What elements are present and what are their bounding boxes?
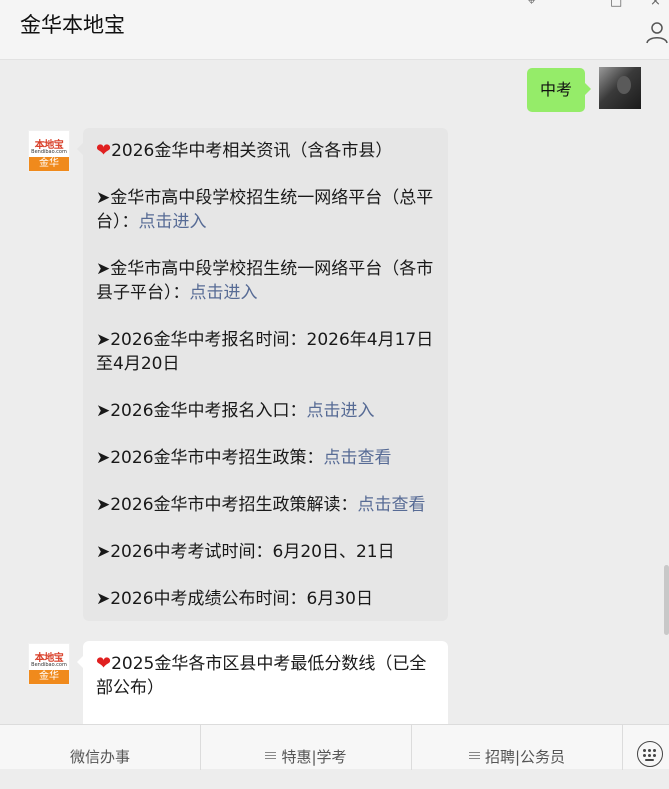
my-message-bubble[interactable]: 中考 — [527, 68, 591, 112]
msg-item: ➤2026金华市中考招生政策解读：点击查看 — [96, 495, 426, 515]
msg-item: ➤2026中考考试时间：6月20日、21日 — [96, 542, 395, 562]
menu-tab-wechat-services[interactable]: 微信办事 — [0, 725, 201, 770]
msg-item: ➤2026金华中考报名时间：2026年4月17日至4月20日 — [96, 330, 434, 374]
link-enter-main-platform[interactable]: 点击进入 — [139, 212, 207, 232]
maximize-icon[interactable]: □ — [610, 0, 622, 9]
menu-tab-deals-exams[interactable]: 特惠|学考 — [201, 725, 412, 770]
msg-item: ➤2026中考成绩公布时间：6月30日 — [96, 589, 373, 609]
hamburger-icon — [468, 750, 480, 761]
msg-item: ➤金华市高中段学校招生统一网络平台（各市县子平台）：点击进入 — [96, 259, 434, 303]
heart-icon: ❤ — [96, 140, 112, 161]
close-icon[interactable]: × — [650, 0, 661, 9]
link-view-policy-interpretation[interactable]: 点击查看 — [358, 495, 426, 515]
bot-message-bubble[interactable]: ❤2025金华各市区县中考最低分数线（已全部公布） — [77, 641, 448, 724]
person-icon[interactable] — [645, 20, 669, 44]
chat-title: 金华本地宝 — [20, 13, 125, 37]
menu-tab-label: 招聘|公务员 — [484, 748, 566, 766]
chat-area[interactable]: 中考 本地宝 Bendibao.com 金华 ❤2026金华中考相关资讯（含各市… — [0, 60, 669, 724]
msg-title: ❤2025金华各市区县中考最低分数线（已全部公布） — [96, 653, 427, 698]
logo-city: 金华 — [29, 670, 69, 684]
logo-city: 金华 — [29, 157, 69, 171]
bot-message-bubble[interactable]: ❤2026金华中考相关资讯（含各市县） ➤金华市高中段学校招生统一网络平台（总平… — [77, 128, 448, 621]
logo-url: Bendibao.com — [31, 662, 67, 668]
heart-icon: ❤ — [96, 653, 112, 674]
keyboard-icon[interactable] — [637, 741, 663, 767]
logo-url: Bendibao.com — [31, 149, 67, 155]
pin-icon[interactable]: ⌖ — [528, 0, 535, 9]
msg-item: ➤2026金华市中考招生政策：点击查看 — [96, 448, 392, 468]
my-message-text: 中考 — [539, 80, 572, 99]
hamburger-icon — [265, 750, 277, 761]
scrollbar[interactable] — [664, 565, 669, 635]
msg-item: ➤金华市高中段学校招生统一网络平台（总平台）：点击进入 — [96, 188, 434, 232]
my-avatar[interactable] — [599, 67, 641, 109]
link-enter-county-platform[interactable]: 点击进入 — [190, 283, 258, 303]
link-view-policy[interactable]: 点击查看 — [324, 448, 392, 468]
menu-tab-label: 微信办事 — [69, 748, 130, 766]
msg-title: ❤2026金华中考相关资讯（含各市县） — [96, 140, 393, 161]
menu-tab-jobs[interactable]: 招聘|公务员 — [412, 725, 623, 770]
title-bar: 金华本地宝 ⌖ □ × — [0, 0, 669, 60]
msg-item: ➤2026金华中考报名入口：点击进入 — [96, 401, 375, 421]
bot-avatar[interactable]: 本地宝 Bendibao.com 金华 — [28, 643, 70, 685]
link-enter-registration[interactable]: 点击进入 — [307, 401, 375, 421]
bottom-menu: 微信办事 特惠|学考 招聘|公务员 — [0, 724, 669, 770]
menu-tab-label: 特惠|学考 — [281, 748, 347, 766]
bot-avatar[interactable]: 本地宝 Bendibao.com 金华 — [28, 130, 70, 172]
